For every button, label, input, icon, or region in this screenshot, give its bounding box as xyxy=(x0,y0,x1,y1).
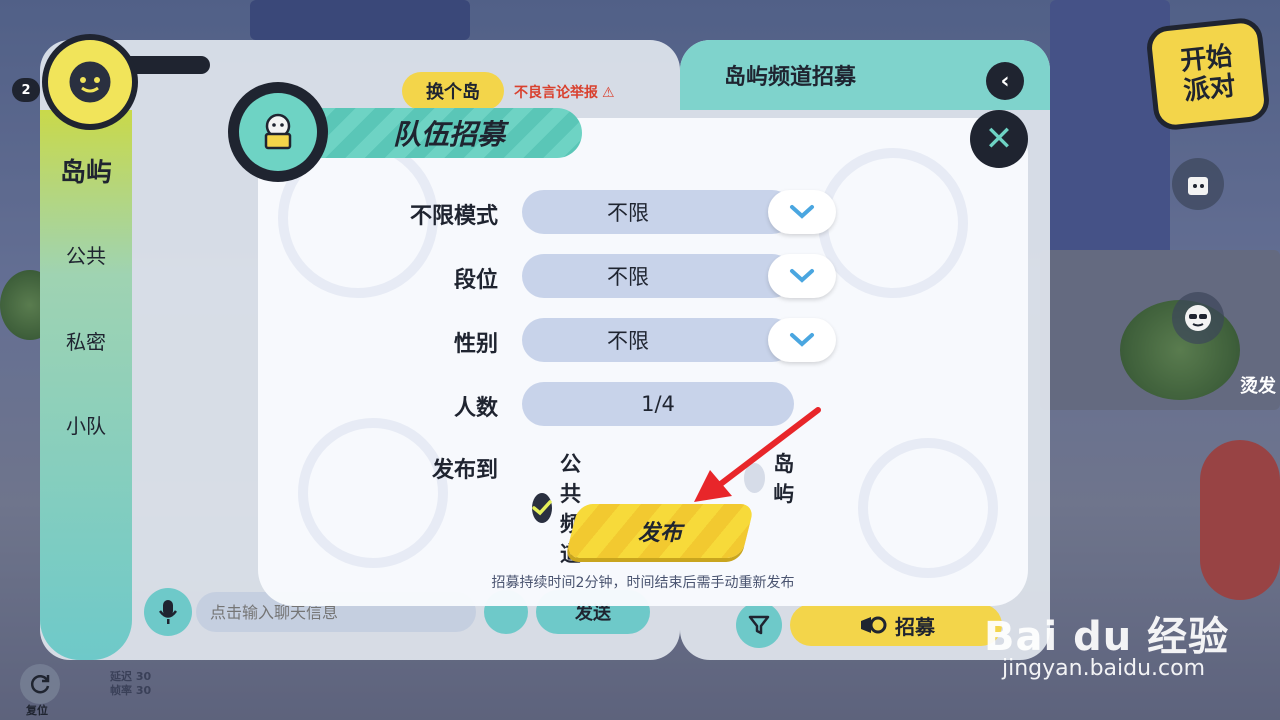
chat-tab-bar: 岛屿 公共 私密 小队 xyxy=(40,110,132,660)
duration-hint: 招募持续时间2分钟，时间结束后需手动重新发布 xyxy=(491,575,795,591)
sunglasses-face-icon xyxy=(1185,305,1211,331)
warning-icon: ⚠ xyxy=(602,85,615,101)
mode-dropdown-button[interactable] xyxy=(768,190,836,234)
chevron-left-icon: ‹ xyxy=(1000,68,1010,94)
mode-value: 不限 xyxy=(607,201,649,225)
close-button[interactable]: ✕ xyxy=(970,110,1028,168)
background-pattern xyxy=(858,438,998,578)
fps-value: 30 xyxy=(135,684,152,697)
recruit-label: 招募 xyxy=(895,614,935,639)
box-icon xyxy=(1188,177,1208,195)
level-badge: 2 xyxy=(12,78,40,102)
gender-value: 不限 xyxy=(607,329,649,353)
report-link[interactable]: 不良言论举报 ⚠ xyxy=(514,82,615,102)
character-box-icon xyxy=(264,113,292,150)
background-pattern xyxy=(298,418,448,568)
report-label: 不良言论举报 xyxy=(514,85,598,101)
reset-label: 复位 xyxy=(26,704,48,717)
gender-dropdown-button[interactable] xyxy=(768,318,836,362)
players-count: 1/4 xyxy=(522,382,794,426)
switch-island-button[interactable]: 换个岛 xyxy=(402,72,504,110)
tab-public[interactable]: 公共 xyxy=(40,240,132,269)
option-island[interactable]: 岛屿 xyxy=(744,448,803,508)
network-stats: 延迟 30 帧率 30 xyxy=(110,670,151,698)
option-island-label: 岛屿 xyxy=(773,452,795,506)
megaphone-icon xyxy=(861,616,887,634)
background-pattern xyxy=(818,148,968,298)
recruit-emblem xyxy=(228,82,328,182)
rank-value: 不限 xyxy=(607,265,649,289)
gender-select[interactable]: 不限 xyxy=(522,318,794,362)
microphone-icon xyxy=(158,600,178,624)
tab-private[interactable]: 私密 xyxy=(40,326,132,355)
publish-button[interactable]: 发布 xyxy=(565,504,755,558)
shop-button[interactable] xyxy=(1172,158,1224,210)
filter-icon xyxy=(748,615,770,635)
side-action-label: 烫发 xyxy=(1240,376,1276,397)
tab-island[interactable]: 岛屿 xyxy=(40,152,132,189)
chat-bubble-icon xyxy=(66,58,114,106)
chevron-down-icon xyxy=(790,205,814,219)
players-label: 人数 xyxy=(453,396,498,421)
reset-button[interactable] xyxy=(20,664,60,704)
mode-label: 不限模式 xyxy=(409,204,498,229)
chevron-down-icon xyxy=(790,333,814,347)
start-party-button[interactable]: 开始派对 xyxy=(1144,16,1272,132)
tab-squad[interactable]: 小队 xyxy=(40,410,132,439)
rank-label: 段位 xyxy=(453,268,498,293)
refresh-icon xyxy=(30,675,50,694)
player-avatar[interactable] xyxy=(42,34,138,130)
gender-label: 性别 xyxy=(453,332,498,357)
latency-value: 30 xyxy=(135,670,152,683)
back-button[interactable]: ‹ xyxy=(986,62,1024,100)
emote-button[interactable] xyxy=(1172,292,1224,344)
unchecked-icon xyxy=(744,463,766,493)
chevron-down-icon xyxy=(790,269,814,283)
publish-to-label: 发布到 xyxy=(431,458,498,483)
start-party-label: 开始派对 xyxy=(1178,41,1237,107)
checked-icon xyxy=(532,493,552,523)
filter-button[interactable] xyxy=(736,602,782,648)
recruit-button[interactable]: 招募 xyxy=(790,604,1002,646)
rank-dropdown-button[interactable] xyxy=(768,254,836,298)
rank-select[interactable]: 不限 xyxy=(522,254,794,298)
publish-label: 发布 xyxy=(637,521,682,546)
fps-label: 帧率 xyxy=(110,684,132,697)
close-icon: ✕ xyxy=(984,119,1014,159)
mode-select[interactable]: 不限 xyxy=(522,190,794,234)
dialog-title: 队伍招募 xyxy=(316,108,582,158)
microphone-button[interactable] xyxy=(144,588,192,636)
latency-label: 延迟 xyxy=(110,670,132,683)
